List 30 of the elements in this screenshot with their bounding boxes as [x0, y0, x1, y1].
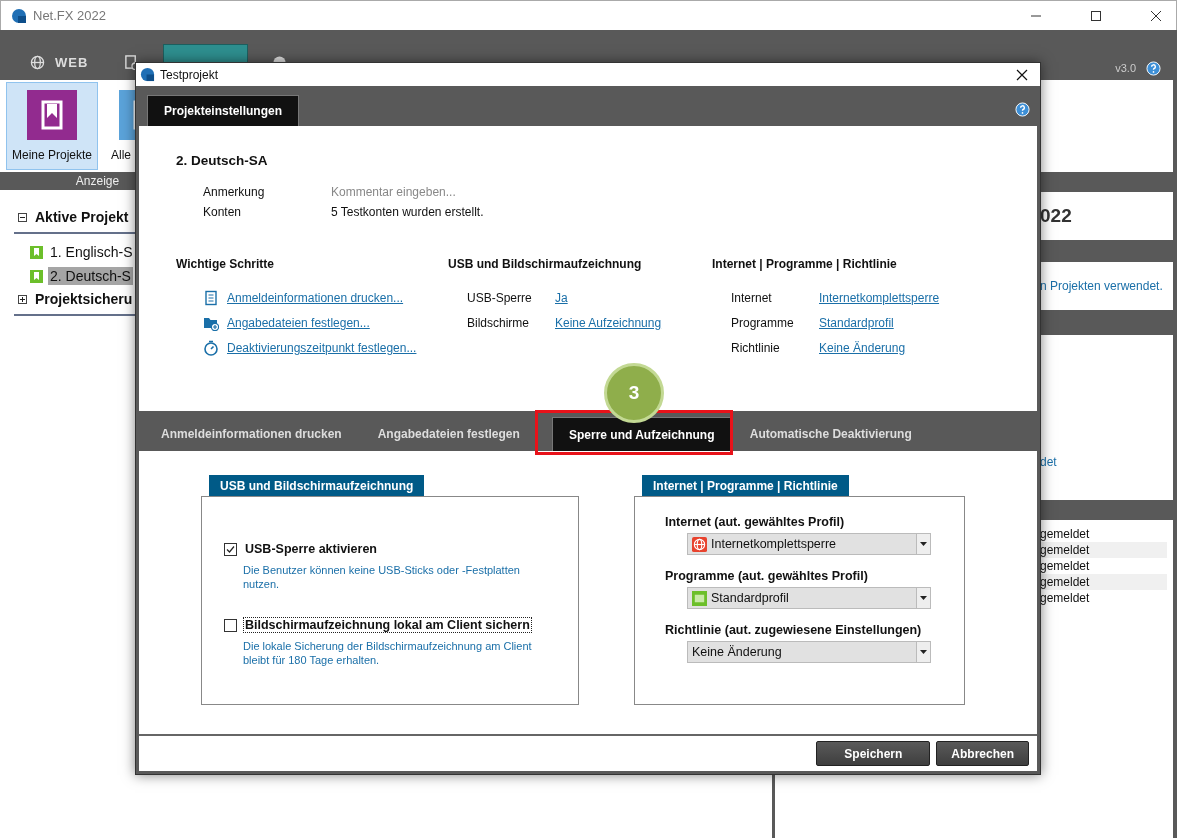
- ribbon-group-label: Anzeige: [75, 174, 120, 188]
- field-value: 5 Testkonten wurden erstellt.: [331, 205, 485, 219]
- window-title: Net.FX 2022: [33, 8, 106, 23]
- dropdown-label: Programme (aut. gewähltes Profil): [665, 569, 869, 583]
- list-row: gemeldet: [1040, 542, 1167, 558]
- option-description: Die Benutzer können keine USB-Sticks oder -Festplatten nutzen.: [243, 563, 521, 591]
- panel-heading: 022: [1040, 205, 1072, 227]
- group-header: Internet | Programme | Richtlinie: [642, 475, 849, 496]
- list-row-text: gemeldet: [1040, 558, 1091, 574]
- summary-label: Bildschirme: [467, 316, 530, 330]
- summary-label: Richtlinie: [731, 341, 781, 355]
- section-heading: Internet | Programme | Richtlinie: [712, 257, 898, 271]
- project-name: 2. Deutsch-SA: [176, 153, 269, 168]
- field-label: Anmerkung: [203, 185, 266, 199]
- panel-note: n Projekten verwendet.: [1040, 279, 1163, 293]
- group-header: USB und Bildschirmaufzeichnung: [209, 475, 425, 496]
- dropdown-label: Internet (aut. gewähltes Profil): [665, 515, 846, 529]
- dropdown-label: Richtlinie (aut. zugewiesene Einstellungen): [665, 623, 923, 637]
- section-heading: Wichtige Schritte: [176, 257, 275, 271]
- field-label: Konten: [203, 205, 243, 219]
- list-row-text: gemeldet: [1040, 590, 1091, 606]
- summary-label: USB-Sperre: [467, 291, 533, 305]
- summary-label: Programme: [731, 316, 795, 330]
- summary-label: Internet: [731, 291, 773, 305]
- dialog-title: Testprojekt: [160, 67, 219, 82]
- version-label: v3.0: [1115, 62, 1136, 74]
- list-row: gemeldet: [1040, 574, 1167, 590]
- list-row-text: gemeldet: [1040, 526, 1091, 542]
- section-heading: USB und Bildschirmaufzeichnung: [448, 257, 643, 271]
- option-description: Die lokale Sicherung der Bildschirmaufzeichnung am Client bleibt für 180 Tage erhalten.: [243, 639, 533, 667]
